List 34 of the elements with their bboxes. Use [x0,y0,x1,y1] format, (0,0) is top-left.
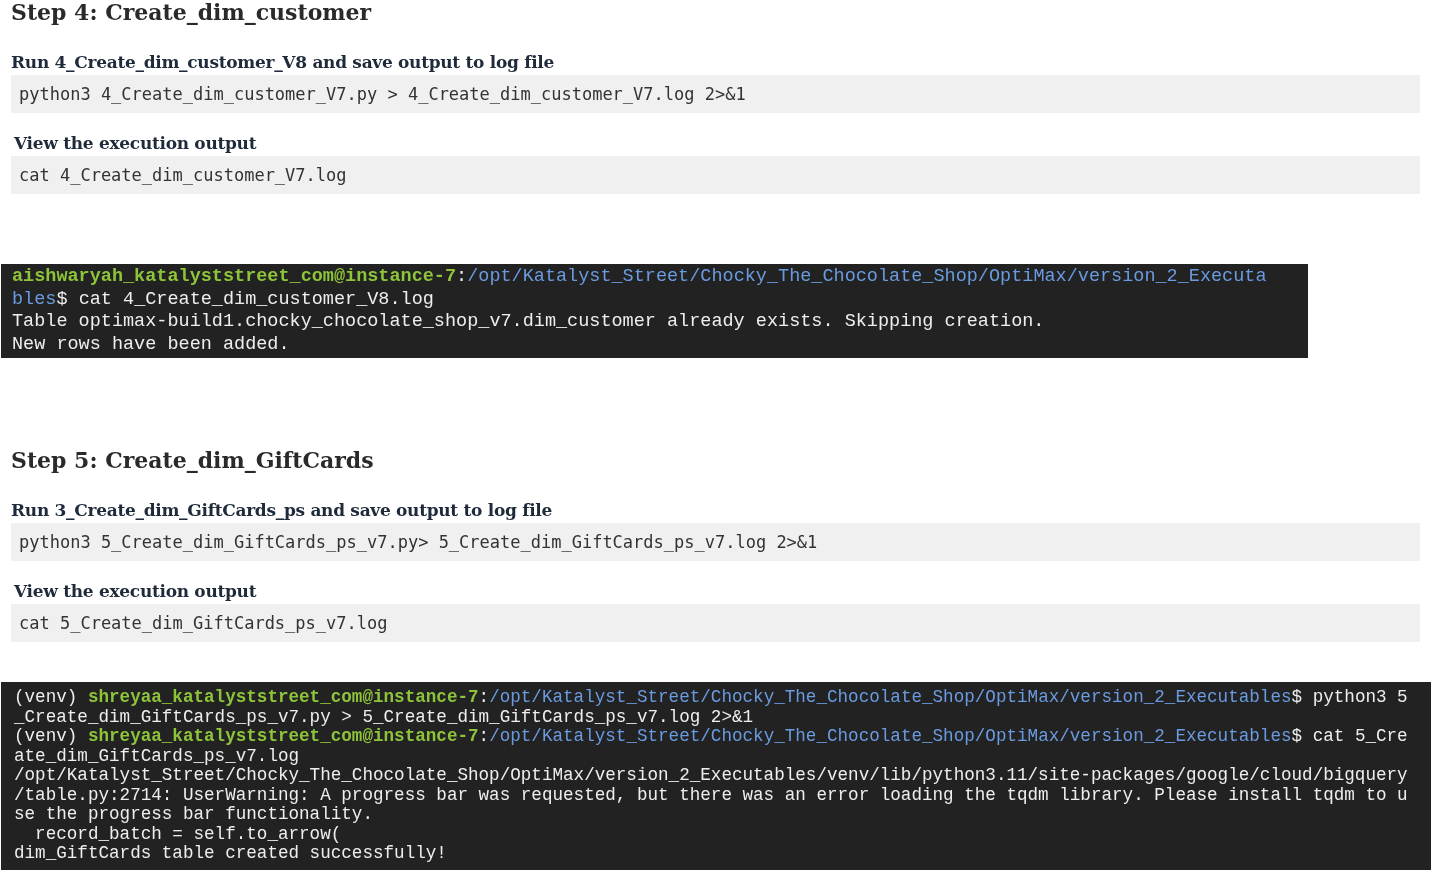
instruction-text: Run 3_Create_dim_GiftCards_ps and save output to log file [11,500,552,520]
terminal-text: $ cat 5_Cre [1291,727,1408,747]
terminal-text: $ cat 4_Create_dim_customer_V8.log [56,288,434,311]
terminal-text: (venv) [14,727,79,747]
terminal-text: /opt/Katalyst_Street/Chocky_The_Chocolate_Shop/OptiMax/version_2_Executables [489,727,1292,747]
terminal-text: /opt/Katalyst_Street/Chocky_The_Chocolate_Shop/OptiMax/version_2_Executables [489,688,1292,708]
terminal-text: : [478,727,490,747]
terminal-text: se the progress bar functionality. [14,805,373,825]
terminal-text: New rows have been added. [12,333,290,356]
terminal-text: Table optimax-build1.chocky_chocolate_shop_v7.dim_customer already exists. Skipping creation. [12,311,1045,334]
terminal-text: ate_dim_GiftCards_ps_v7.log [14,746,300,766]
instruction-text: Run 4_Create_dim_customer_V8 and save output to log file [11,52,554,72]
terminal-text: /opt/Katalyst_Street/Chocky_The_Chocolate_Shop/OptiMax/version_2_Executa [467,266,1267,289]
terminal-text: aishwaryah_katalyststreet_com@instance-7 [12,266,457,289]
terminal-text: $ python3 5 [1291,688,1408,708]
code-block: cat 5_Create_dim_GiftCards_ps_v7.log [11,604,1420,642]
code-block: cat 4_Create_dim_customer_V7.log [11,156,1420,194]
terminal-text: bles [12,288,57,311]
terminal-text: _Create_dim_GiftCards_ps_v7.py > 5_Create_dim_GiftCards_ps_v7.log 2>&1 [14,707,754,727]
code-block: python3 4_Create_dim_customer_V7.py > 4_Create_dim_customer_V7.log 2>&1 [11,75,1420,113]
terminal-text: shreyaa_katalyststreet_com@instance-7 [87,727,479,747]
step-heading: Step 4: Create_dim_customer [11,0,372,24]
step-heading: Step 5: Create_dim_GiftCards [11,448,374,472]
terminal-text: shreyaa_katalyststreet_com@instance-7 [87,688,479,708]
code-block: python3 5_Create_dim_GiftCards_ps_v7.py> 5_Create_dim_GiftCards_ps_v7.log 2>&1 [11,523,1420,561]
terminal-text: : [478,688,490,708]
terminal-text: : [456,266,468,289]
terminal-text: dim_GiftCards table created successfully! [14,844,447,864]
terminal-text: /table.py:2714: UserWarning: A progress bar was requested, but there was an error loading the tqdm library. Please install tqdm to u [14,785,1408,805]
terminal-text: record_batch = self.to_arrow( [34,824,342,844]
terminal-text: (venv) [14,688,79,708]
instruction-text: View the execution output [14,133,257,153]
terminal-text: /opt/Katalyst_Street/Chocky_The_Chocolate_Shop/OptiMax/version_2_Executables/venv/lib/python3.11/site-packages/google/cloud/bigquery [14,766,1408,786]
instruction-text: View the execution output [14,581,257,601]
